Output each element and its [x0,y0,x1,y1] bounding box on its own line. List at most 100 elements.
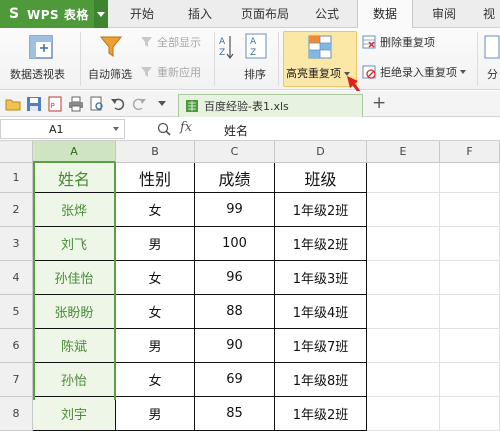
column-header-b[interactable]: B [116,141,195,163]
cell-b3[interactable]: 男 [116,227,195,261]
cell-e3[interactable] [367,227,440,261]
sort-icon[interactable]: A Z [245,33,269,61]
row-header-8[interactable]: 8 [0,397,33,431]
cell-c1[interactable]: 成绩 [195,163,275,193]
cell-f3[interactable] [440,227,500,261]
cell-b7[interactable]: 女 [116,363,195,397]
cell-f7[interactable] [440,363,500,397]
cell-e5[interactable] [367,295,440,329]
cell-b5[interactable]: 女 [116,295,195,329]
tab-review[interactable]: 审阅 [422,0,466,28]
tab-data[interactable]: 数据 [357,0,413,29]
cell-c7[interactable]: 69 [195,363,275,397]
cell-e8[interactable] [367,397,440,431]
formula-input[interactable]: 姓名 [224,122,248,139]
cell-a5[interactable]: 张盼盼 [33,295,116,329]
cell-b4[interactable]: 女 [116,261,195,295]
row-header-2[interactable]: 2 [0,193,33,227]
cell-d1[interactable]: 班级 [275,163,367,193]
cell-e7[interactable] [367,363,440,397]
row-header-7[interactable]: 7 [0,363,33,397]
chevron-down-icon[interactable] [157,100,173,116]
cell-a2[interactable]: 张烨 [33,193,116,227]
cell-f4[interactable] [440,261,500,295]
cell-a7[interactable]: 孙怡 [33,363,116,397]
reapply-button[interactable]: 重新应用 [140,64,201,80]
tab-insert[interactable]: 插入 [178,0,222,28]
cell-c3[interactable]: 100 [195,227,275,261]
name-box[interactable]: A1 [0,119,125,139]
pivot-table-button[interactable]: 数据透视表 [10,66,65,82]
fx-icon[interactable]: fx [180,120,192,135]
cell-c8[interactable]: 85 [195,397,275,431]
cell-d7[interactable]: 1年级8班 [275,363,367,397]
cell-c4[interactable]: 96 [195,261,275,295]
cell-c6[interactable]: 90 [195,329,275,363]
undo-icon[interactable] [110,96,126,112]
cell-e6[interactable] [367,329,440,363]
split-column-icon[interactable] [484,34,500,60]
split-button[interactable]: 分 [487,66,498,82]
save-icon[interactable] [26,96,42,112]
cell-a4[interactable]: 孙佳怡 [33,261,116,295]
cell-f5[interactable] [440,295,500,329]
reject-duplicates-button[interactable]: 拒绝录入重复项 [362,64,466,80]
cell-e4[interactable] [367,261,440,295]
cell-d6[interactable]: 1年级7班 [275,329,367,363]
tab-view[interactable]: 视 [478,0,500,28]
cell-d5[interactable]: 1年级4班 [275,295,367,329]
sort-asc-icon[interactable]: A Z [218,33,234,61]
cell-d3[interactable]: 1年级2班 [275,227,367,261]
sort-button[interactable]: 排序 [244,66,266,82]
cell-c5[interactable]: 88 [195,295,275,329]
chevron-down-icon[interactable] [113,127,119,131]
wps-app-button[interactable]: S WPS 表格 [0,0,108,28]
pivot-table-icon[interactable] [28,34,54,60]
zoom-search-icon[interactable] [157,122,171,136]
column-header-d[interactable]: D [275,141,367,163]
open-folder-icon[interactable] [5,96,21,112]
cell-b2[interactable]: 女 [116,193,195,227]
cell-a8[interactable]: 刘宇 [33,397,116,431]
new-tab-plus-icon[interactable]: + [372,93,386,113]
export-pdf-icon[interactable]: P [47,96,63,112]
cell-f6[interactable] [440,329,500,363]
row-header-1[interactable]: 1 [0,163,33,193]
cell-a6[interactable]: 陈斌 [33,329,116,363]
show-all-button[interactable]: 全部显示 [140,34,201,50]
print-preview-icon[interactable] [89,96,105,112]
cell-f2[interactable] [440,193,500,227]
select-all-corner[interactable] [0,141,33,163]
tab-page-layout[interactable]: 页面布局 [232,0,298,28]
cell-e1[interactable] [367,163,440,193]
document-tab[interactable]: 百度经验-表1.xls [178,94,363,117]
column-header-c[interactable]: C [195,141,275,163]
cell-a3[interactable]: 刘飞 [33,227,116,261]
tab-home[interactable]: 开始 [120,0,164,28]
cell-a1[interactable]: 姓名 [33,163,116,193]
filter-icon[interactable] [99,34,123,60]
cell-d2[interactable]: 1年级2班 [275,193,367,227]
cell-d8[interactable]: 1年级2班 [275,397,367,431]
column-header-e[interactable]: E [367,141,440,163]
column-header-a[interactable]: A [33,141,116,163]
cell-b8[interactable]: 男 [116,397,195,431]
delete-duplicates-button[interactable]: 删除重复项 [362,34,435,50]
row-header-6[interactable]: 6 [0,329,33,363]
cell-b6[interactable]: 男 [116,329,195,363]
cell-c2[interactable]: 99 [195,193,275,227]
cell-e2[interactable] [367,193,440,227]
row-header-3[interactable]: 3 [0,227,33,261]
tab-formulas[interactable]: 公式 [305,0,349,28]
row-header-4[interactable]: 4 [0,261,33,295]
cell-b1[interactable]: 性别 [116,163,195,193]
app-menu-dropdown-icon[interactable] [94,0,108,28]
cell-d4[interactable]: 1年级3班 [275,261,367,295]
cell-f1[interactable] [440,163,500,193]
redo-icon[interactable] [131,96,147,112]
row-header-5[interactable]: 5 [0,295,33,329]
cell-f8[interactable] [440,397,500,431]
column-header-f[interactable]: F [440,141,500,163]
print-icon[interactable] [68,96,84,112]
autofilter-button[interactable]: 自动筛选 [88,66,132,82]
